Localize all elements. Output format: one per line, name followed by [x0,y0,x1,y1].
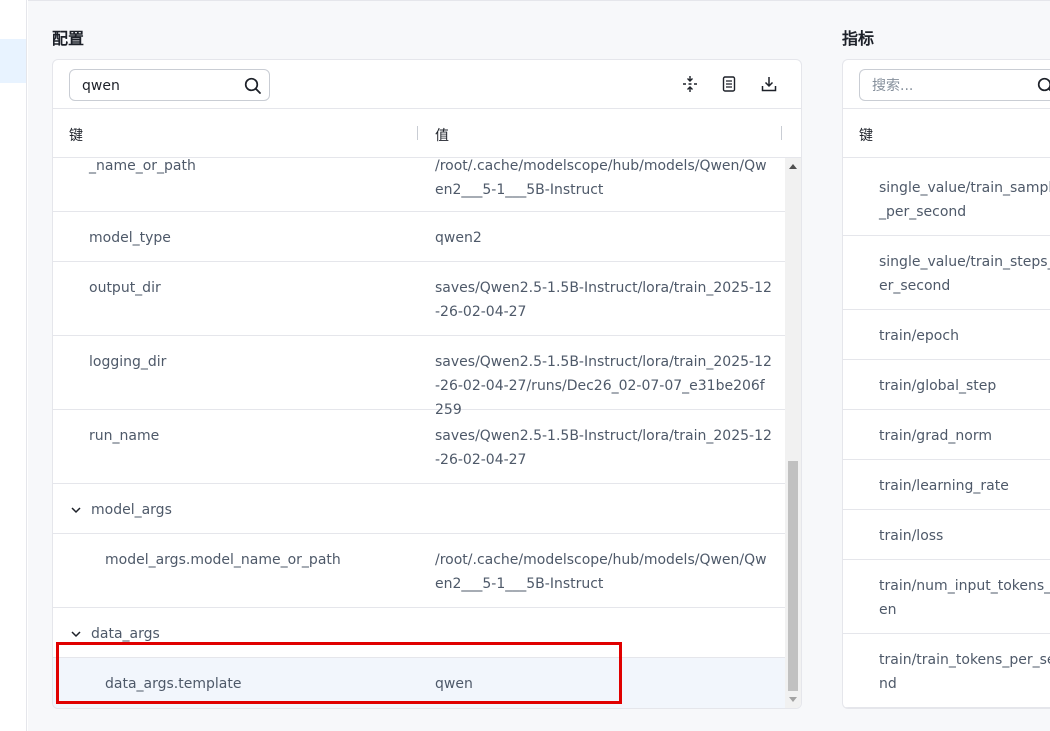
metric-key: train/epoch [879,328,959,344]
row-value: saves/Qwen2.5-1.5B-Instruct/lora/train_2… [435,280,772,320]
column-header-key[interactable]: 键 [859,125,873,145]
metrics-card: 键 single_value/train_samples_per_second … [842,59,1050,709]
config-toolbar [53,60,801,109]
list-item[interactable]: single_value/train_steps_per_second [843,236,1050,310]
sidebar-active-item[interactable] [0,39,26,83]
metric-key: train/num_input_tokens_seen [879,578,1050,618]
table-row[interactable]: logging_dir saves/Qwen2.5-1.5B-Instruct/… [53,336,785,418]
collapse-all-icon [681,75,699,96]
metric-key: train/loss [879,528,944,544]
metric-key: train/grad_norm [879,428,992,444]
chevron-down-icon[interactable] [71,502,81,514]
metric-key: train/train_tokens_per_second [879,652,1050,692]
row-value: /root/.cache/modelscope/hub/models/Qwen/… [435,158,767,198]
scroll-up-icon[interactable] [789,164,797,169]
vertical-scrollbar[interactable] [785,158,801,708]
column-header-key[interactable]: 键 [69,125,83,145]
row-key: output_dir [89,280,161,296]
row-key: model_args.model_name_or_path [105,552,341,568]
main-area: 配置 指标 qwen 键 值 _name_or_path /root/.cach… [28,0,1050,731]
metrics-title: 指标 [842,29,875,48]
list-item[interactable]: train/num_input_tokens_seen [843,560,1050,634]
scrollbar-thumb[interactable] [788,461,798,691]
metric-key: train/learning_rate [879,478,1009,494]
metrics-table-header: 键 [843,109,1050,158]
row-value: /root/.cache/modelscope/hub/models/Qwen/… [435,552,767,592]
copy-button[interactable] [717,73,741,97]
collapse-all-button[interactable] [678,73,702,97]
table-row[interactable]: run_name saves/Qwen2.5-1.5B-Instruct/lor… [53,410,785,484]
metric-key: single_value/train_samples_per_second [879,180,1050,220]
metric-key: train/global_step [879,378,997,394]
metrics-search-box[interactable] [859,69,1050,101]
search-icon[interactable] [243,76,263,96]
row-key: data_args.template [105,676,242,692]
metrics-toolbar [843,60,1050,109]
config-table-body: _name_or_path /root/.cache/modelscope/hu… [53,158,785,708]
column-header-value[interactable]: 值 [435,125,449,145]
row-value: qwen2 [435,230,482,246]
row-value: qwen [435,676,473,692]
row-key: _name_or_path [89,158,196,174]
config-title: 配置 [52,29,85,48]
row-key: model_type [89,230,171,246]
table-row-selected[interactable]: data_args.template qwen [53,658,785,708]
column-resizer[interactable] [781,126,782,140]
row-key: data_args [91,626,160,642]
config-table-header: 键 值 [53,109,801,158]
config-card: 键 值 _name_or_path /root/.cache/modelscop… [52,59,802,709]
metrics-search-input[interactable] [872,76,1022,96]
row-key: logging_dir [89,354,167,370]
row-key: model_args [91,502,172,518]
scroll-down-icon[interactable] [789,697,797,702]
list-item[interactable]: train/epoch [843,310,1050,360]
column-resizer[interactable] [417,126,418,140]
download-icon [760,75,778,96]
download-button[interactable] [757,73,781,97]
list-item[interactable]: train/train_tokens_per_second [843,634,1050,708]
group-row-data-args[interactable]: data_args [53,608,785,658]
list-item[interactable]: train/learning_rate [843,460,1050,510]
config-search-box[interactable] [69,69,270,101]
table-row[interactable]: output_dir saves/Qwen2.5-1.5B-Instruct/l… [53,262,785,336]
list-item[interactable]: train/loss [843,510,1050,560]
chevron-down-icon[interactable] [71,626,81,638]
config-search-input[interactable] [82,76,242,96]
row-key: run_name [89,428,160,444]
metrics-table-body: single_value/train_samples_per_second si… [843,158,1050,708]
list-item[interactable]: train/grad_norm [843,410,1050,460]
metric-key: single_value/train_steps_per_second [879,254,1050,294]
group-row-model-args[interactable]: model_args [53,484,785,534]
table-row[interactable]: _name_or_path /root/.cache/modelscope/hu… [53,158,785,212]
search-icon[interactable] [1036,76,1050,96]
table-row[interactable]: model_args.model_name_or_path /root/.cac… [53,534,785,608]
table-row[interactable]: model_type qwen2 [53,212,785,262]
row-value: saves/Qwen2.5-1.5B-Instruct/lora/train_2… [435,428,772,468]
list-item[interactable]: train/global_step [843,360,1050,410]
list-item[interactable]: single_value/train_samples_per_second [843,162,1050,236]
left-sidebar [0,0,27,731]
document-icon [720,75,738,96]
